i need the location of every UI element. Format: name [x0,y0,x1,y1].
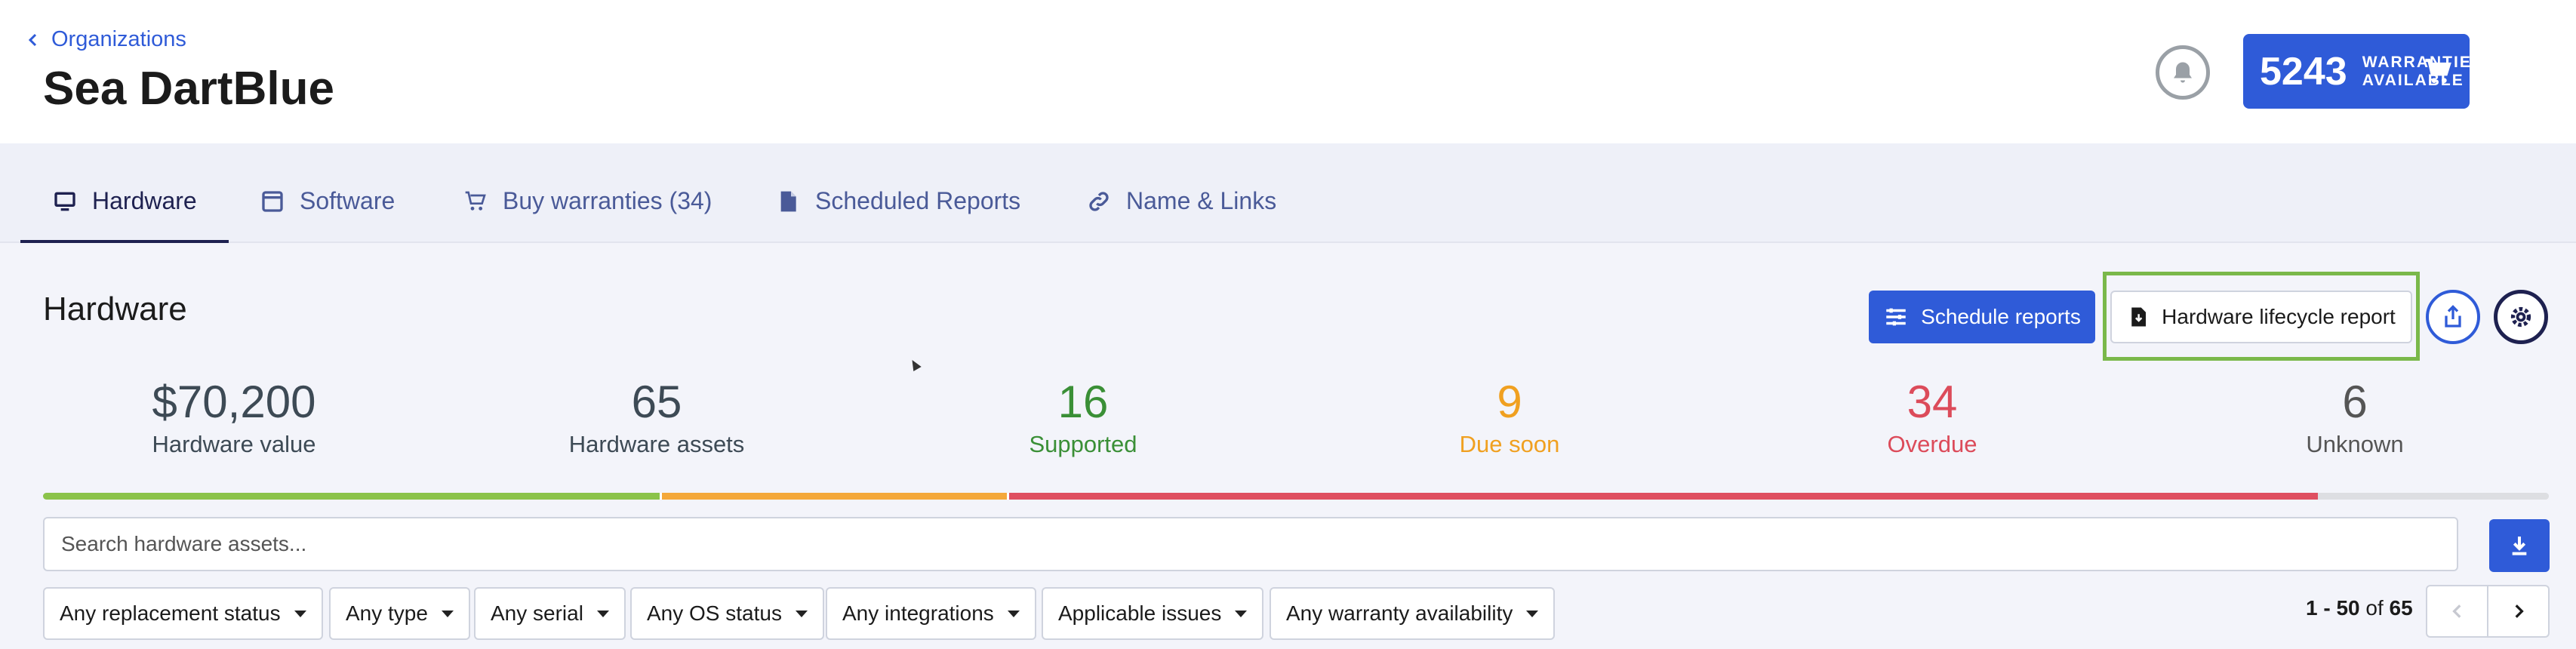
filter-label: Any replacement status [60,601,281,625]
tab-buy-warranties[interactable]: Buy warranties (34) [463,187,712,215]
stat-label: Hardware value [152,431,316,457]
pagination-range: 1 - 50 [2306,596,2360,620]
sliders-icon [1886,308,1906,326]
window-icon [262,190,283,212]
cart-icon [2425,58,2451,83]
caret-down-icon [596,610,609,617]
mouse-cursor-icon [908,357,922,372]
document-icon [780,191,796,211]
stat-supported: 16 Supported [1004,374,1162,458]
tab-label: Software [300,187,395,214]
file-download-icon [2131,307,2147,327]
progress-segment-due-soon [660,493,1008,500]
caret-down-icon [1526,610,1539,617]
hardware-lifecycle-report-button[interactable]: Hardware lifecycle report [2110,291,2412,343]
next-page-button[interactable] [2487,586,2548,636]
share-icon [2445,305,2461,328]
stat-hardware-assets: 65 Hardware assets [559,374,755,458]
schedule-reports-button[interactable]: Schedule reports [1869,291,2095,343]
caret-down-icon [1235,610,1248,617]
chevron-left-icon [28,33,37,46]
stat-label: Supported [1029,431,1137,457]
stat-value: $70,200 [152,377,316,427]
breadcrumb-organizations[interactable]: Organizations [51,27,186,52]
pagination-total: 65 [2389,596,2413,620]
tab-hardware[interactable]: Hardware [53,187,197,215]
tab-label: Scheduled Reports [815,187,1021,214]
link-icon [1089,191,1109,211]
filter-os-status[interactable]: Any OS status [630,587,824,640]
filter-serial[interactable]: Any serial [474,587,626,640]
hardware-lifecycle-report-label: Hardware lifecycle report [2162,305,2396,328]
filter-label: Any OS status [647,601,782,625]
filter-integrations[interactable]: Any integrations [826,587,1036,640]
caret-down-icon [441,610,454,617]
notifications-button[interactable] [2156,45,2210,100]
stat-value: 6 [2342,377,2368,427]
caret-down-icon [1007,610,1020,617]
chevron-left-icon [2451,604,2461,618]
tab-name-links[interactable]: Name & Links [1087,187,1276,215]
filter-label: Any warranty availability [1286,601,1513,625]
filter-label: Applicable issues [1058,601,1222,625]
filter-label: Any integrations [842,601,994,625]
tab-label: Name & Links [1126,187,1277,214]
progress-segment-overdue [1007,493,2318,500]
pager [2426,585,2550,638]
download-icon [2512,537,2527,555]
stat-unknown: 6 Unknown [2279,374,2430,458]
tab-scheduled-reports[interactable]: Scheduled Reports [776,187,1020,215]
chevron-right-icon [2515,604,2524,618]
filter-type[interactable]: Any type [329,587,470,640]
filter-warranty-availability[interactable]: Any warranty availability [1270,587,1556,640]
filter-label: Any type [346,601,428,625]
page-title: Sea DartBlue [43,63,334,115]
breadcrumb[interactable]: Organizations [26,27,186,52]
caret-down-icon [795,610,808,617]
progress-segment-supported [43,493,660,500]
previous-page-button[interactable] [2427,586,2487,636]
pagination-of: of [2365,596,2384,620]
pagination-summary: 1 - 50 of 65 [2306,596,2413,620]
stat-hardware-value: $70,200 Hardware value [143,374,325,458]
progress-segment-unknown [2317,493,2549,500]
section-title: Hardware [43,291,187,328]
stat-label: Overdue [1887,431,1977,457]
stat-label: Hardware assets [568,431,745,457]
stat-due-soon: 9 Due soon [1434,374,1585,458]
filter-replacement-status[interactable]: Any replacement status [43,587,323,640]
stat-value: 34 [1907,377,1958,427]
bell-icon [2174,62,2192,83]
tab-bar: Hardware Software Buy warranties (34) Sc… [0,143,2576,243]
tab-label: Hardware [92,187,197,214]
share-button[interactable] [2426,290,2480,344]
warranties-available-button[interactable]: 5243 WARRANTIES AVAILABLE [2243,34,2482,109]
stat-label: Unknown [2306,431,2404,457]
filter-label: Any serial [491,601,583,625]
schedule-reports-label: Schedule reports [1921,305,2081,328]
caret-down-icon [294,610,306,617]
tab-label: Buy warranties (34) [503,187,712,214]
warranties-count: 5243 [2260,49,2347,94]
gear-icon [2510,306,2531,328]
stat-overdue: 34 Overdue [1857,374,2008,458]
active-tab-indicator [20,240,229,243]
settings-button[interactable] [2494,290,2548,344]
search-input[interactable] [43,517,2458,571]
stat-value: 16 [1057,377,1109,427]
download-button[interactable] [2489,519,2550,572]
stat-value: 65 [631,377,682,427]
page-header: Organizations Sea DartBlue 5243 WARRANTI… [0,0,2576,143]
stat-label: Due soon [1459,431,1560,457]
warranty-status-progress-bar [43,493,2549,500]
monitor-icon [54,192,75,211]
tab-software[interactable]: Software [260,187,395,215]
stat-value: 9 [1497,377,1522,427]
cart-icon [465,191,486,211]
filter-applicable-issues[interactable]: Applicable issues [1042,587,1264,640]
